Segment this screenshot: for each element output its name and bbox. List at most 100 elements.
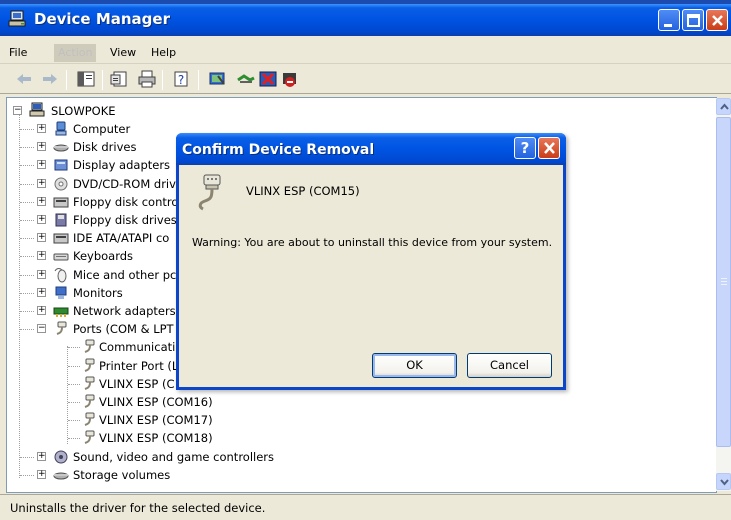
tree-connector — [20, 311, 34, 312]
chevron-up-icon — [720, 103, 729, 110]
tree-category-label: DVD/CD-ROM driv — [73, 176, 176, 191]
tree-port-item[interactable]: VLINX ESP (COM16) — [7, 393, 227, 411]
tree-connector — [20, 329, 34, 331]
tree-connector — [68, 347, 80, 349]
mouse-icon — [54, 267, 67, 283]
device-name: VLINX ESP (COM15) — [246, 184, 360, 198]
scroll-up-button[interactable] — [716, 98, 731, 115]
expand-toggle[interactable]: + — [37, 451, 46, 461]
tree-connector — [68, 402, 80, 403]
tree-category-label: Storage volumes — [73, 467, 171, 482]
update-driver-icon[interactable] — [236, 70, 256, 88]
title-bar[interactable]: Device Manager — [0, 0, 731, 36]
port-icon — [84, 339, 95, 354]
tree-connector — [20, 220, 34, 221]
dialog-help-button[interactable]: ? — [514, 137, 536, 159]
menu-view[interactable]: View — [110, 46, 136, 59]
ide-icon — [53, 233, 69, 244]
dialog-title-bar[interactable]: Confirm Device Removal ? — [176, 133, 566, 165]
toolbar: ? — [0, 65, 731, 94]
tree-category[interactable]: + Storage volumes — [7, 466, 307, 484]
expand-toggle[interactable]: + — [37, 178, 46, 188]
tree-port-label: VLINX ESP (COM16) — [99, 395, 213, 409]
tree-category-label: Computer — [73, 122, 131, 136]
tree-connector — [68, 365, 80, 367]
expand-toggle[interactable]: + — [37, 269, 46, 279]
expand-toggle[interactable]: + — [37, 305, 46, 315]
expand-toggle[interactable]: + — [37, 123, 46, 133]
expand-toggle[interactable]: + — [37, 214, 46, 224]
console-tree-icon[interactable] — [76, 70, 96, 88]
tree-connector — [20, 474, 34, 476]
forward-arrow-icon[interactable] — [40, 70, 60, 88]
storage-icon — [53, 472, 69, 480]
collapse-toggle[interactable]: − — [37, 323, 46, 334]
toolbar-separator — [66, 70, 67, 90]
ok-button[interactable]: OK — [372, 353, 457, 378]
expand-toggle[interactable]: + — [37, 159, 46, 170]
maximize-button[interactable] — [682, 9, 704, 31]
help-icon[interactable]: ? — [172, 70, 192, 88]
port-icon — [84, 358, 95, 372]
dialog-close-button[interactable] — [538, 137, 560, 159]
port-icon — [84, 430, 95, 445]
uninstall-icon[interactable] — [258, 70, 278, 88]
tree-connector — [20, 456, 34, 458]
properties-icon[interactable] — [110, 70, 130, 88]
expand-toggle[interactable]: + — [37, 232, 46, 243]
disable-icon[interactable] — [280, 70, 300, 88]
computer-icon — [55, 121, 67, 136]
maximize-icon — [687, 14, 700, 27]
floppy-controller-icon — [53, 197, 69, 208]
close-button[interactable] — [706, 9, 728, 31]
port-icon — [84, 376, 95, 390]
tree-category-label: Floppy disk drives — [73, 213, 177, 227]
tree-port-label: VLINX ESP (COM18) — [99, 431, 213, 446]
expand-toggle[interactable]: + — [37, 141, 46, 152]
scan-hardware-icon[interactable] — [208, 70, 228, 88]
dvd-icon — [54, 177, 68, 191]
serial-port-icon — [198, 174, 221, 211]
chevron-down-icon — [720, 479, 729, 486]
port-icon — [84, 412, 95, 427]
expand-toggle[interactable]: + — [37, 196, 46, 206]
collapse-toggle[interactable]: − — [13, 105, 22, 115]
tree-port-item[interactable]: VLINX ESP (COM18) — [7, 429, 227, 447]
monitor-icon — [55, 286, 67, 299]
vertical-scrollbar[interactable] — [716, 98, 731, 491]
expand-toggle[interactable]: + — [37, 469, 46, 479]
expand-toggle[interactable]: + — [37, 250, 46, 261]
tree-category[interactable]: + Sound, video and game controllers — [7, 448, 307, 466]
network-adapter-icon — [53, 307, 69, 317]
expand-toggle[interactable]: + — [37, 287, 46, 297]
scroll-down-button[interactable] — [716, 473, 731, 490]
tree-connector — [20, 201, 34, 203]
tree-connector — [68, 438, 80, 440]
print-icon[interactable] — [137, 70, 157, 88]
tree-category-label: Display adapters — [73, 158, 171, 173]
tree-port-label: VLINX ESP (COM17) — [99, 413, 213, 428]
tree-port-item[interactable]: VLINX ESP (COM17) — [7, 411, 227, 429]
menu-file[interactable]: File — [9, 46, 27, 59]
keyboard-icon — [53, 253, 69, 261]
tree-connector — [20, 129, 34, 130]
scroll-thumb[interactable] — [716, 117, 731, 447]
menu-action[interactable]: Action — [54, 44, 97, 62]
tree-category-label: Keyboards — [73, 249, 134, 264]
tree-port-label: Printer Port (L — [99, 358, 179, 373]
tree-port-label: Communicatio — [99, 340, 183, 355]
grip-icon — [721, 278, 727, 285]
close-icon — [544, 142, 555, 154]
device-manager-window: Device Manager File Action View Help ? −… — [0, 0, 731, 520]
port-icon — [56, 321, 67, 336]
tree-root[interactable]: − SLOWPOKE — [7, 102, 207, 120]
floppy-drive-icon — [55, 213, 67, 227]
tree-connector — [20, 183, 34, 185]
tree-category-label: Floppy disk contro — [73, 194, 179, 209]
cancel-button[interactable]: Cancel — [467, 353, 552, 378]
minimize-button[interactable] — [658, 9, 680, 31]
menu-help[interactable]: Help — [151, 46, 176, 59]
status-text: Uninstalls the driver for the selected d… — [10, 501, 266, 515]
tree-category-label: IDE ATA/ATAPI co — [73, 231, 170, 246]
back-arrow-icon[interactable] — [14, 70, 34, 88]
